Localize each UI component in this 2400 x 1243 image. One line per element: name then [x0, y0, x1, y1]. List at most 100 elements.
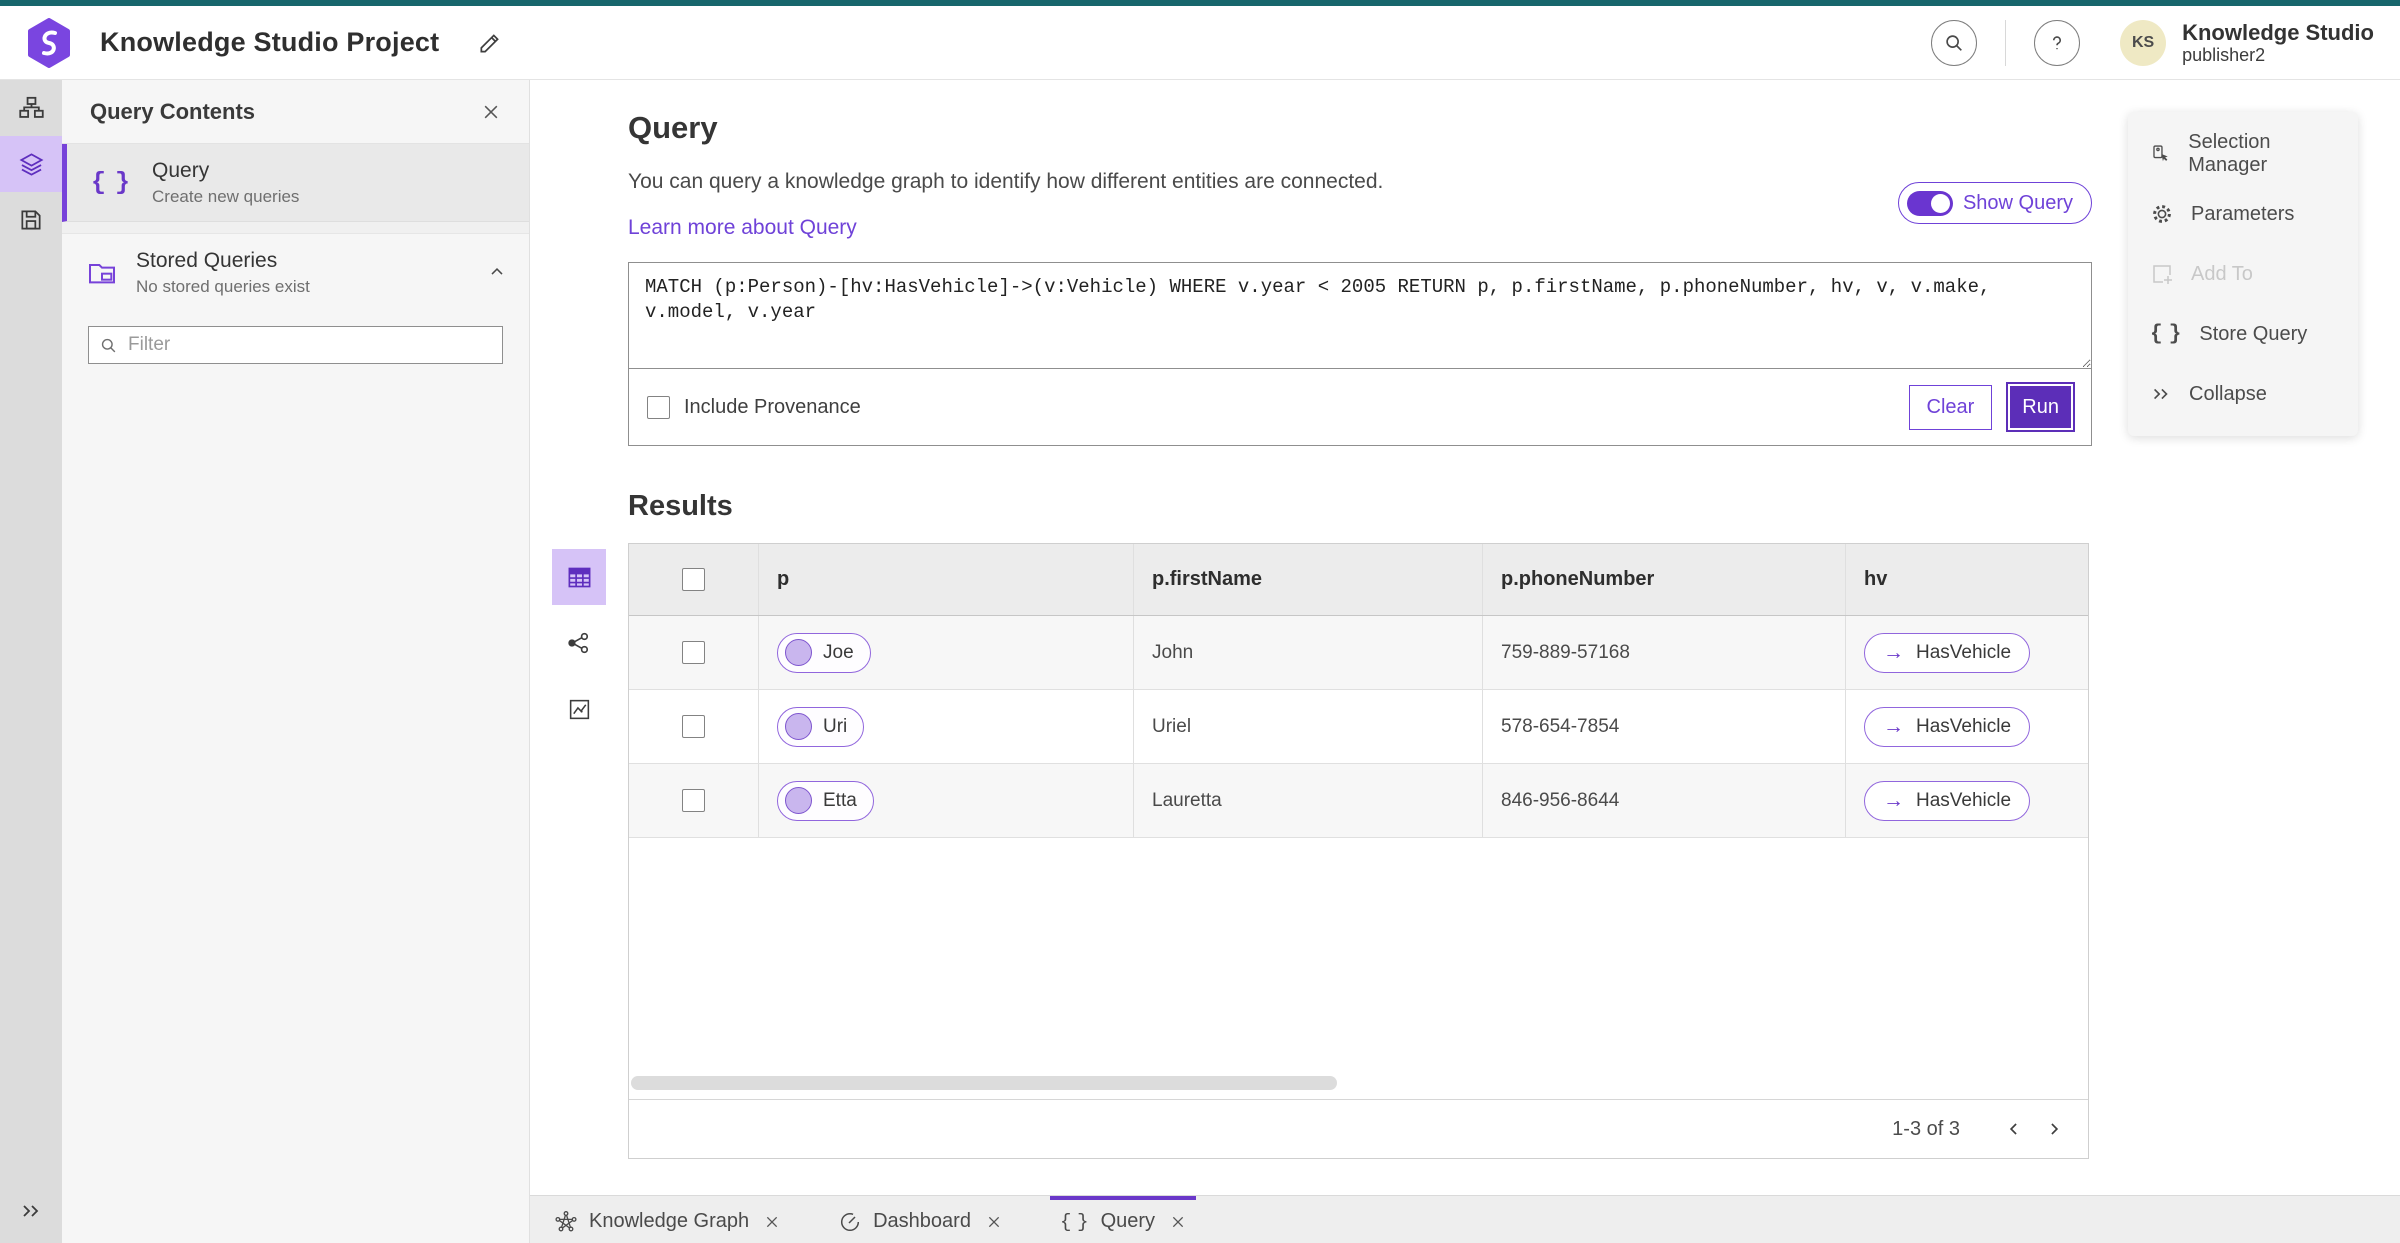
tab-close-button[interactable] — [986, 1214, 1002, 1230]
column-header-firstname: p.firstName — [1134, 544, 1483, 615]
gear-icon — [2153, 205, 2171, 223]
include-provenance-checkbox[interactable] — [647, 395, 670, 419]
close-icon — [766, 1216, 778, 1227]
query-description: You can query a knowledge graph to ident… — [628, 170, 1384, 193]
folder-icon — [89, 264, 115, 284]
close-icon — [988, 1216, 1000, 1227]
bottom-tab-bar: Knowledge Graph Dashboard { } Query — [530, 1195, 2400, 1243]
stored-queries-collapse-button[interactable] — [487, 262, 507, 282]
collapse-icon — [2153, 388, 2168, 400]
node-chip[interactable]: Etta — [777, 780, 874, 821]
query-item-label: Query — [152, 158, 210, 182]
relationship-chip[interactable]: → HasVehicle — [1864, 706, 2031, 747]
dashboard-icon — [841, 1212, 860, 1231]
table-row: Etta Lauretta 846-956-8644 → HasVehicle — [629, 764, 2088, 838]
table-view-icon — [568, 567, 590, 587]
layers-icon — [19, 152, 43, 176]
tab-dashboard[interactable]: Dashboard — [828, 1196, 1012, 1243]
edit-title-button[interactable] — [477, 30, 503, 56]
double-chevron-right-icon — [23, 1205, 39, 1217]
rail-item-contents[interactable] — [0, 136, 62, 192]
avatar[interactable]: KS — [2120, 19, 2167, 66]
tab-close-button[interactable] — [764, 1214, 780, 1230]
query-textarea[interactable]: MATCH (p:Person)-[hv:HasVehicle]->(v:Veh… — [629, 263, 2091, 369]
stored-queries-header[interactable]: Stored Queries No stored queries exist — [62, 234, 529, 312]
arrow-right-icon: → — [1883, 788, 1904, 812]
knowledge-graph-icon — [555, 1210, 577, 1231]
node-circle-icon — [785, 713, 812, 740]
tool-add-to: Add To — [2128, 244, 2358, 304]
main-content: Query You can query a knowledge graph to… — [530, 80, 2400, 1243]
search-icon — [1946, 34, 1963, 51]
braces-icon: { } — [91, 168, 133, 197]
header-divider — [2005, 19, 2007, 66]
chevron-left-icon — [2009, 1123, 2017, 1135]
filter-input[interactable] — [128, 334, 492, 356]
run-button[interactable]: Run — [2006, 382, 2075, 432]
select-all-checkbox[interactable] — [682, 568, 705, 591]
rail-item-data-model[interactable] — [0, 80, 62, 136]
show-query-label: Show Query — [1962, 191, 2073, 214]
cell-firstname: Lauretta — [1134, 764, 1483, 837]
chevron-right-icon — [2051, 1123, 2059, 1135]
node-circle-icon — [785, 639, 812, 666]
column-header-phonenumber: p.phoneNumber — [1483, 544, 1846, 615]
include-provenance-label: Include Provenance — [684, 395, 861, 418]
results-area: p p.firstName p.phoneNumber hv Joe John … — [552, 543, 2089, 1159]
close-icon — [484, 105, 498, 118]
table-view-button[interactable] — [552, 549, 606, 605]
rail-item-save[interactable] — [0, 192, 62, 248]
panel-section-gap — [62, 222, 529, 234]
tool-collapse[interactable]: Collapse — [2128, 364, 2358, 424]
product-name: Knowledge Studio — [2182, 19, 2374, 45]
user-meta: Knowledge Studio publisher2 — [2182, 20, 2374, 66]
tab-close-button[interactable] — [1170, 1214, 1186, 1230]
node-chip[interactable]: Joe — [777, 632, 871, 673]
project-title: Knowledge Studio Project — [100, 27, 440, 57]
relationship-chip[interactable]: → HasVehicle — [1864, 780, 2031, 821]
sidebar-item-query[interactable]: { } Query Create new queries — [62, 144, 529, 222]
table-footer: 1-3 of 3 — [629, 1099, 2088, 1158]
chevron-up-icon — [491, 268, 503, 275]
row-checkbox[interactable] — [682, 715, 705, 738]
toggle-switch[interactable] — [1906, 190, 1953, 216]
tool-store-query[interactable]: { } Store Query — [2128, 304, 2358, 364]
query-contents-panel: Query Contents { } Query Create new quer… — [62, 80, 530, 1243]
stored-queries-description: No stored queries exist — [136, 277, 310, 296]
graph-view-button[interactable] — [552, 615, 606, 671]
query-editor-box: MATCH (p:Person)-[hv:HasVehicle]->(v:Veh… — [628, 262, 2092, 446]
pagination-next-button[interactable] — [2034, 1109, 2074, 1149]
node-circle-icon — [785, 787, 812, 814]
panel-title: Query Contents — [90, 98, 256, 124]
cell-firstname: Uriel — [1134, 690, 1483, 763]
data-model-icon — [18, 96, 44, 118]
horizontal-scrollbar[interactable] — [631, 1076, 1337, 1090]
toggle-knob — [1930, 193, 1950, 213]
tab-query[interactable]: { } Query — [1049, 1196, 1197, 1243]
app-header: Knowledge Studio Project KS Knowledge St… — [0, 6, 2400, 80]
tool-parameters[interactable]: Parameters — [2128, 184, 2358, 244]
help-button[interactable] — [2034, 19, 2081, 66]
braces-icon: { } — [2150, 322, 2183, 346]
search-button[interactable] — [1931, 19, 1978, 66]
row-checkbox[interactable] — [682, 641, 705, 664]
filter-field — [88, 326, 503, 364]
pagination-prev-button[interactable] — [1994, 1109, 2034, 1149]
row-checkbox[interactable] — [682, 789, 705, 812]
chart-view-button[interactable] — [552, 681, 606, 737]
include-provenance-option[interactable]: Include Provenance — [647, 395, 861, 419]
tool-selection-manager[interactable]: Selection Manager — [2128, 124, 2358, 184]
search-icon — [101, 338, 116, 352]
rail-expand-button[interactable] — [0, 1183, 62, 1239]
tab-knowledge-graph[interactable]: Knowledge Graph — [544, 1196, 790, 1243]
query-tools-panel: Selection Manager Parameters Add To { } … — [2128, 112, 2358, 436]
node-chip[interactable]: Uri — [777, 706, 865, 747]
show-query-toggle[interactable]: Show Query — [1897, 182, 2092, 224]
save-icon — [21, 210, 41, 230]
learn-more-link[interactable]: Learn more about Query — [628, 216, 857, 240]
close-icon — [1172, 1216, 1184, 1227]
relationship-chip[interactable]: → HasVehicle — [1864, 632, 2031, 673]
panel-close-button[interactable] — [481, 102, 501, 122]
clear-button[interactable]: Clear — [1908, 384, 1993, 430]
braces-icon: { } — [1059, 1210, 1090, 1233]
